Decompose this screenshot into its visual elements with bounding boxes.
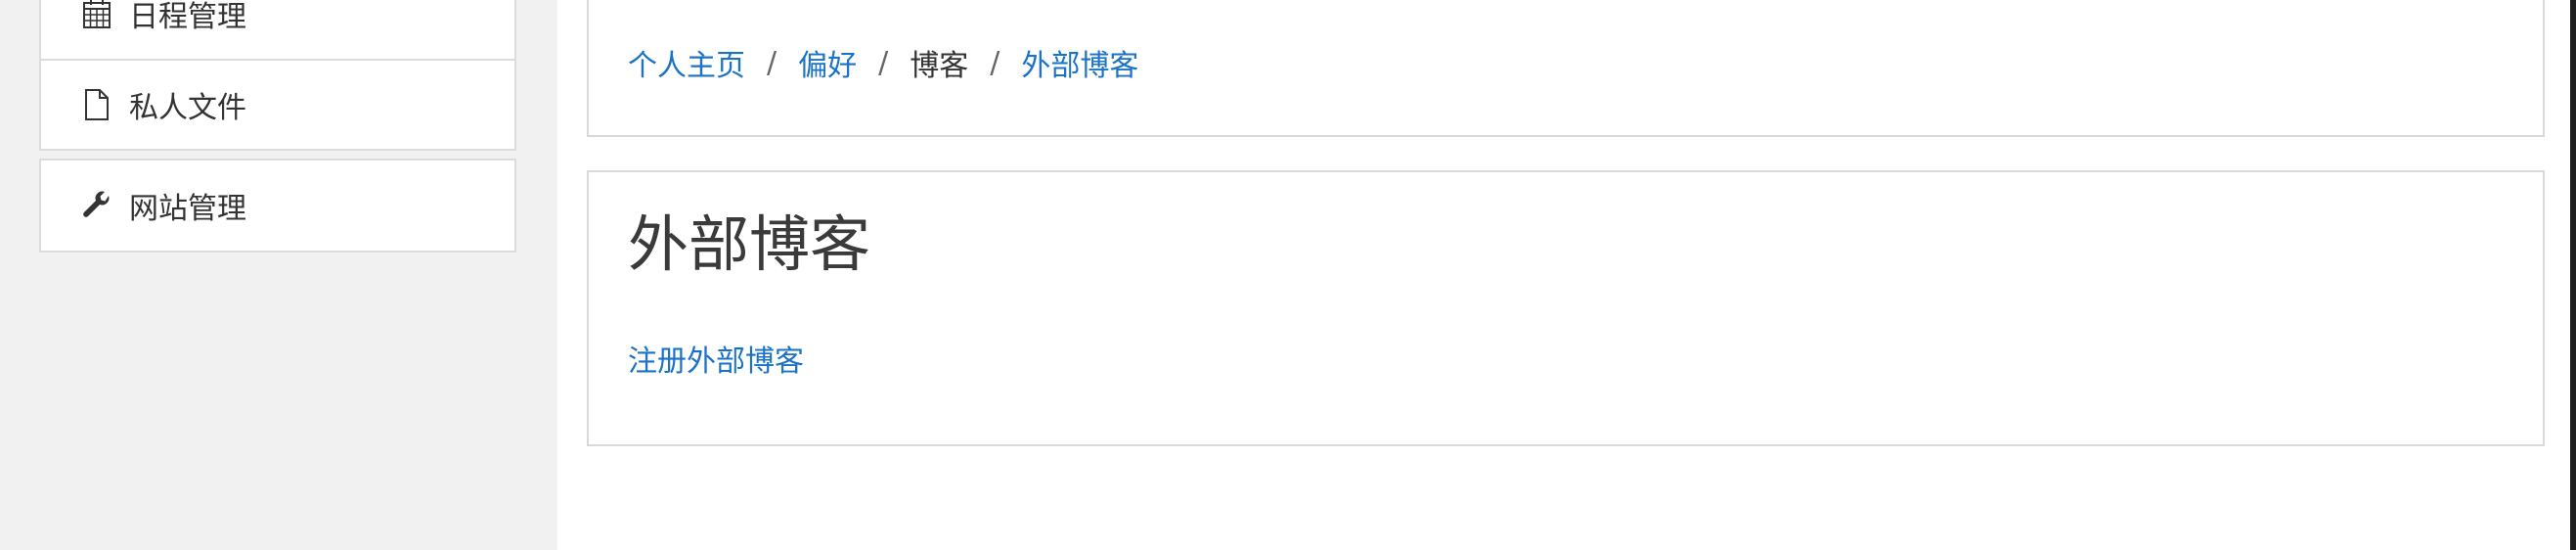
file-icon	[82, 89, 111, 120]
sidebar-item-label: 私人文件	[129, 91, 246, 125]
content-card: 外部博客 注册外部博客	[587, 170, 2545, 446]
breadcrumb-separator: /	[990, 45, 1000, 80]
breadcrumb-link-home[interactable]: 个人主页	[628, 41, 745, 84]
breadcrumb-link-external-blogs[interactable]: 外部博客	[1021, 41, 1138, 84]
breadcrumb-separator: /	[878, 45, 889, 80]
breadcrumb-separator: /	[767, 45, 777, 80]
sidebar-item-private-files[interactable]: 私人文件	[41, 59, 514, 149]
breadcrumb: 个人主页 / 偏好 / 博客 / 外部博客	[628, 41, 1138, 84]
breadcrumb-item-blog: 博客	[910, 49, 969, 83]
window-edge	[2570, 0, 2576, 550]
breadcrumb-link-preferences[interactable]: 偏好	[798, 41, 857, 84]
sidebar-item-site-admin[interactable]: 网站管理	[41, 160, 514, 251]
sidebar-item-label: 网站管理	[129, 192, 246, 226]
page-title: 外部博客	[628, 208, 871, 280]
left-sidebar-region: 日程管理 私人文件 网站管理	[0, 0, 557, 550]
sidebar-nav-group: 日程管理 私人文件	[39, 0, 516, 151]
register-external-blog-link[interactable]: 注册外部博客	[628, 337, 804, 380]
sidebar-item-label: 日程管理	[129, 0, 246, 34]
wrench-icon	[82, 190, 111, 221]
calendar-icon	[82, 0, 111, 29]
main-content: 个人主页 / 偏好 / 博客 / 外部博客 外部博客 注册外部博客	[557, 0, 2576, 550]
sidebar-item-calendar[interactable]: 日程管理	[41, 0, 514, 59]
sidebar-admin-group: 网站管理	[39, 159, 516, 252]
breadcrumb-card: 个人主页 / 偏好 / 博客 / 外部博客	[587, 0, 2545, 137]
